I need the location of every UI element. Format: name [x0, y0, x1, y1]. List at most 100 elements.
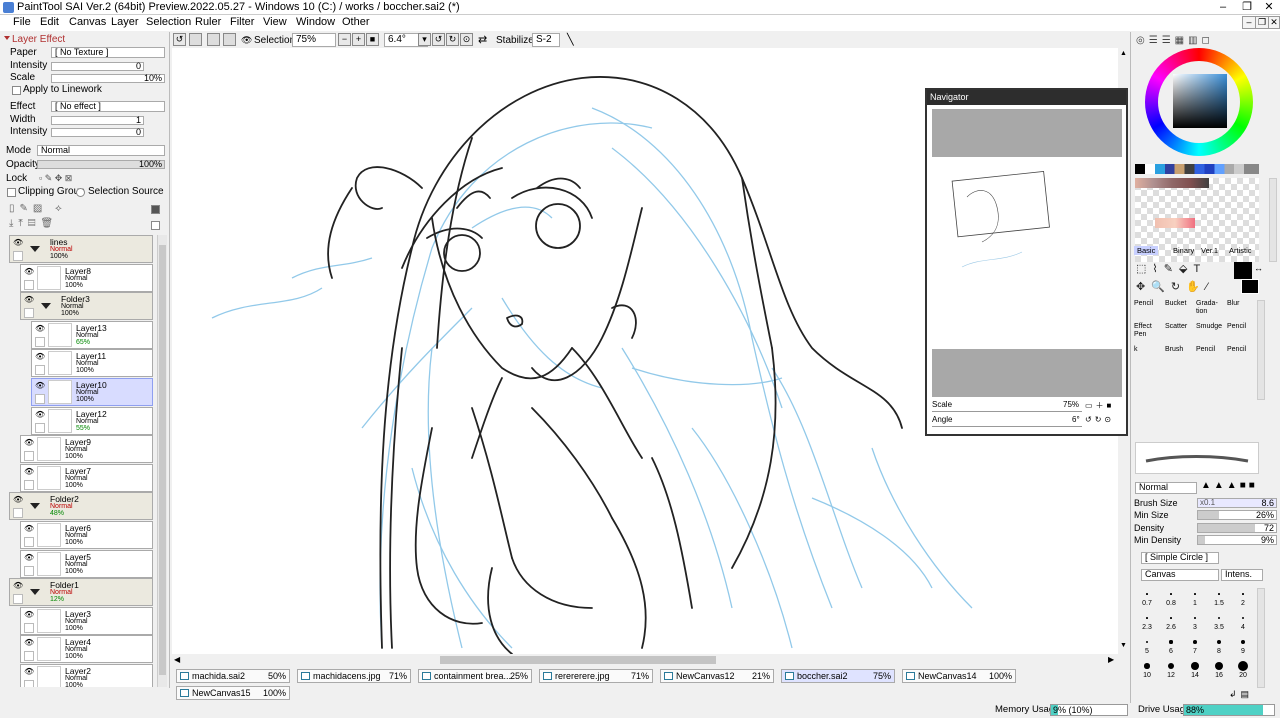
visibility-eye-icon[interactable]: 👁 — [13, 496, 23, 504]
visibility-eye-icon[interactable]: 👁 — [35, 410, 45, 419]
menu-filter[interactable]: Filter — [230, 16, 254, 28]
menu-file[interactable]: File — [13, 16, 31, 28]
brush-size-dot[interactable] — [1146, 593, 1148, 595]
brush-tool[interactable]: Blur — [1227, 300, 1257, 322]
layer-list-scroll-thumb[interactable] — [159, 245, 166, 675]
rotate-left-icon[interactable]: ↺ — [432, 33, 445, 46]
brush-tool[interactable]: k — [1134, 346, 1164, 368]
ruler-line-icon[interactable]: ╲ — [567, 33, 574, 46]
stabilizer-select[interactable]: S-2 — [532, 33, 560, 47]
brush-size-dot[interactable] — [1238, 661, 1248, 671]
brush-tool[interactable]: Scatter — [1165, 323, 1195, 345]
visibility-eye-icon[interactable]: 👁 — [35, 382, 45, 390]
horizontal-scroll-thumb[interactable] — [440, 656, 716, 664]
deselect-icon[interactable] — [207, 33, 220, 46]
brush-tool[interactable]: Pencil — [1134, 300, 1164, 322]
menu-edit[interactable]: Edit — [40, 16, 59, 28]
layer-row[interactable]: 👁 Layer13 Normal 65% — [31, 320, 153, 349]
apply-linework-checkbox[interactable] — [12, 86, 21, 95]
close-button[interactable]: ✕ — [1258, 0, 1280, 15]
brush-tool[interactable]: Smudge — [1196, 323, 1226, 345]
brush-size-dot[interactable] — [1240, 639, 1246, 645]
visibility-eye-icon[interactable]: 👁 — [24, 639, 34, 647]
layer-folder[interactable]: 👁 Folder1 Normal 12% — [9, 578, 153, 607]
scroll-right-icon[interactable]: ▶ — [1108, 655, 1114, 664]
visibility-eye-icon[interactable]: 👁 — [24, 553, 34, 562]
document-tab[interactable]: rerererere.jpg 71% — [539, 669, 653, 683]
brush-size-slider[interactable]: x0.1 8.6 — [1197, 498, 1277, 508]
texture-intensity-field[interactable]: Intens. — [1221, 569, 1263, 581]
canvas-horizontal-scrollbar[interactable]: ◀ ▶ — [172, 654, 1129, 666]
color-palette-row1[interactable] — [1135, 164, 1259, 174]
brush-size-dot[interactable] — [1144, 663, 1150, 669]
rotate-reset-icon[interactable]: ⊙ — [460, 33, 473, 46]
layer-lock-checkbox[interactable] — [35, 422, 45, 433]
document-tab[interactable]: containment brea... 25% — [418, 669, 532, 683]
layer-lock-checkbox[interactable] — [24, 537, 34, 547]
layer-merge-icon[interactable] — [151, 221, 160, 230]
visibility-eye-icon[interactable]: 👁 — [24, 267, 34, 276]
invert-selection-icon[interactable] — [223, 33, 236, 46]
layer-lock-checkbox[interactable] — [13, 251, 23, 261]
brush-tab[interactable]: Basic — [1134, 246, 1159, 255]
brush-tab[interactable]: Artistic — [1226, 246, 1255, 255]
document-tab[interactable]: machidacens.jpg 71% — [297, 669, 411, 683]
collapse-icon[interactable] — [4, 36, 10, 40]
visibility-eye-icon[interactable]: 👁 — [24, 668, 34, 676]
density-slider[interactable]: 72 — [1197, 523, 1277, 533]
layer-lock-checkbox[interactable] — [24, 451, 34, 462]
layer-row[interactable]: 👁 Layer12 Normal 55% — [31, 406, 153, 435]
visibility-eye-icon[interactable]: 👁 — [13, 582, 23, 590]
layer-lock-checkbox[interactable] — [13, 508, 23, 519]
layer-actions[interactable]: ▯✎▨ ⟡ — [9, 203, 67, 214]
layer-folder[interactable]: 👁 Folder3 Normal 100% — [20, 292, 153, 321]
clipping-group-checkbox[interactable] — [7, 188, 16, 197]
menu-selection[interactable]: Selection — [146, 16, 191, 28]
visibility-eye-icon[interactable]: 👁 — [13, 239, 23, 247]
min-size-slider[interactable]: 26% — [1197, 510, 1277, 520]
intensity-slider[interactable]: 0 — [51, 62, 144, 71]
document-tab[interactable]: NewCanvas15 100% — [176, 686, 290, 700]
mdi-minimize-button[interactable]: – — [1242, 16, 1256, 29]
layer-row[interactable]: 👁 Layer6 Normal 100% — [20, 521, 153, 549]
layer-lock-checkbox[interactable] — [13, 594, 23, 605]
menu-layer[interactable]: Layer — [111, 16, 139, 28]
redo-icon[interactable] — [189, 33, 202, 46]
menu-canvas[interactable]: Canvas — [69, 16, 106, 28]
visibility-eye-icon[interactable]: 👁 — [24, 467, 34, 476]
menu-window[interactable]: Window — [296, 16, 335, 28]
brush-size-dot[interactable] — [1242, 593, 1244, 595]
brush-tool[interactable]: Effect Pen — [1134, 323, 1164, 345]
brush-mode-select[interactable]: Normal — [1135, 482, 1197, 494]
brush-tool[interactable]: Grada- tion — [1196, 300, 1226, 322]
layer-folder[interactable]: 👁 lines Normal 100% — [9, 235, 153, 263]
min-density-slider[interactable]: 9% — [1197, 535, 1277, 545]
color-wheel[interactable] — [1145, 48, 1253, 156]
swap-colors-icon[interactable]: ↔ — [1254, 263, 1263, 273]
navigator-zoom-buttons[interactable]: ▭＋■ — [1085, 400, 1114, 411]
layer-row[interactable]: 👁 Layer5 Normal 100% — [20, 549, 153, 578]
document-tab[interactable]: machida.sai2 50% — [176, 669, 290, 683]
visibility-eye-icon[interactable]: 👁 — [35, 353, 45, 361]
folder-expand-icon[interactable] — [41, 303, 51, 310]
brush-tool[interactable]: Brush — [1165, 346, 1195, 368]
brush-size-multiplier[interactable]: x0.1 — [1200, 498, 1215, 507]
layer-folder[interactable]: 👁 Folder2 Normal 48% — [9, 492, 153, 521]
layer-lock-checkbox[interactable] — [24, 651, 34, 662]
brush-tab[interactable]: Binary — [1170, 246, 1197, 255]
layer-row[interactable]: 👁 Layer4 Normal 100% — [20, 635, 153, 664]
document-tab[interactable]: boccher.sai2 75% — [781, 669, 895, 683]
brush-tool[interactable]: Pencil — [1196, 346, 1226, 368]
zoom-field[interactable]: 75% — [292, 33, 336, 47]
color-mode-tabs[interactable]: ◎☰☰▦▥◻ — [1136, 35, 1214, 46]
zoom-reset-icon[interactable]: ■ — [366, 33, 379, 46]
menu-other[interactable]: Other — [342, 16, 370, 28]
visibility-eye-icon[interactable]: 👁 — [24, 610, 34, 619]
document-tab[interactable]: NewCanvas14 100% — [902, 669, 1016, 683]
tool-grid-scrollbar[interactable] — [1257, 300, 1265, 400]
opacity-slider[interactable]: 100% — [37, 160, 165, 169]
layer-lock-checkbox[interactable] — [24, 479, 34, 490]
brush-shape-select[interactable]: [ Simple Circle ] — [1141, 552, 1219, 564]
navigator-preview[interactable] — [932, 157, 1122, 349]
layer-lock-checkbox[interactable] — [35, 365, 45, 376]
